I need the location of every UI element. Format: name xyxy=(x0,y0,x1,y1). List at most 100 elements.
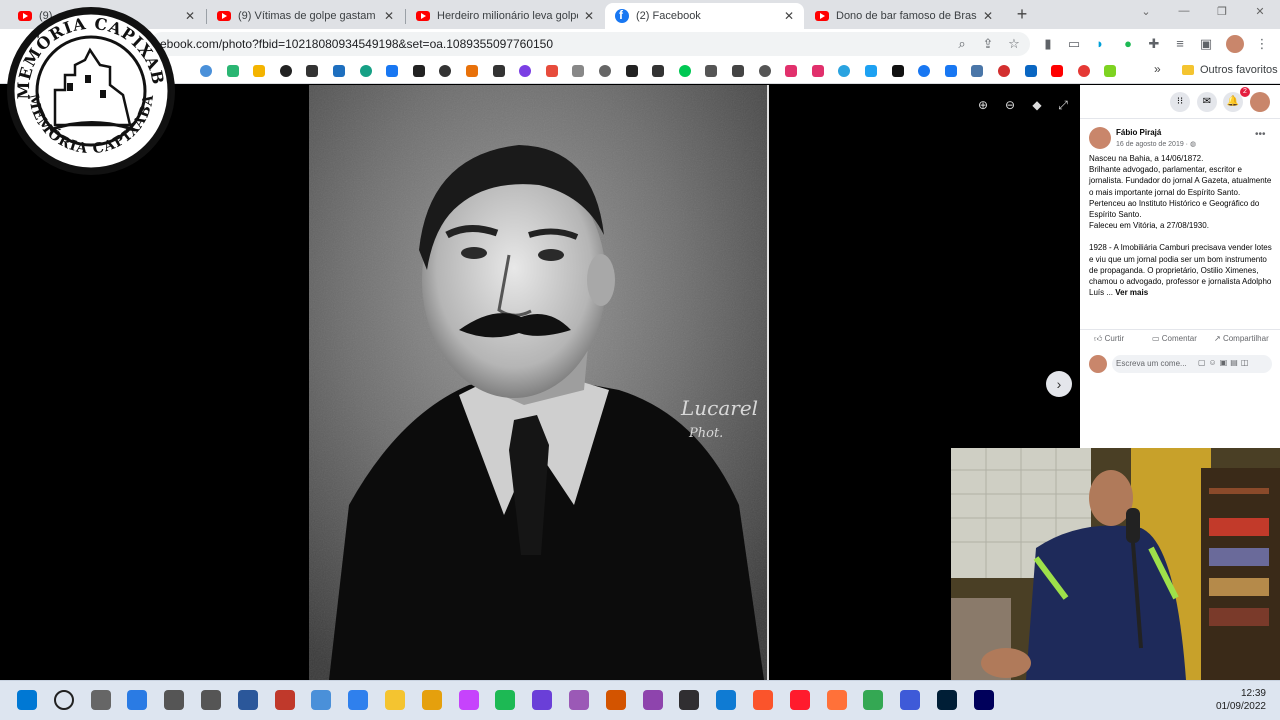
obs-icon[interactable] xyxy=(679,690,700,710)
affinity-icon[interactable] xyxy=(569,690,589,710)
share-button[interactable]: ↗ Compartilhar xyxy=(1214,334,1269,343)
author-avatar[interactable] xyxy=(1089,127,1111,149)
tab-youtube-4[interactable]: Dono de bar famoso de Brasília e ✕ xyxy=(805,3,1003,29)
window-close-icon[interactable]: ✕ xyxy=(1250,5,1270,18)
like-button[interactable]: 👍︎ Curtir xyxy=(1094,334,1124,344)
more-options-icon[interactable]: ••• xyxy=(1255,129,1266,140)
bookmark-icon[interactable] xyxy=(200,65,212,77)
close-icon[interactable]: ✕ xyxy=(782,9,796,23)
extension-icon[interactable]: ▭ xyxy=(1066,36,1082,52)
bookmark-icon[interactable] xyxy=(439,65,452,77)
extension-icon[interactable]: ▮ xyxy=(1040,36,1056,52)
spotify-icon[interactable] xyxy=(495,690,516,710)
comment-input[interactable]: Escreva um come... ▢☺▣▤◫ xyxy=(1112,355,1272,373)
post-date[interactable]: 16 de agosto de 2019 · ◍ xyxy=(1116,140,1196,148)
share-icon[interactable]: ⇪ xyxy=(980,36,996,52)
star-icon[interactable]: ☆ xyxy=(1006,36,1022,52)
brave-icon[interactable] xyxy=(753,690,773,710)
bookmark-icon[interactable] xyxy=(652,65,665,77)
minimize-icon[interactable]: — xyxy=(1174,5,1194,17)
bookmark-icon[interactable] xyxy=(545,65,558,77)
bookmark-icon[interactable] xyxy=(572,65,585,77)
account-avatar[interactable] xyxy=(1250,92,1270,112)
search-icon[interactable] xyxy=(53,690,74,710)
photos-icon[interactable] xyxy=(311,690,332,710)
system-clock[interactable]: 12:39 01/09/2022 xyxy=(1216,687,1266,713)
comment-button[interactable]: ▭ Comentar xyxy=(1152,334,1197,343)
bookmark-icon[interactable] xyxy=(678,65,691,77)
zoom-icon[interactable]: ⌕ xyxy=(954,36,970,52)
close-icon[interactable]: ✕ xyxy=(981,9,995,23)
firefox-icon[interactable] xyxy=(826,690,847,710)
bookmark-icon[interactable] xyxy=(359,65,372,77)
bookmark-icon[interactable] xyxy=(333,65,345,77)
see-more-link[interactable]: Ver mais xyxy=(1115,288,1148,297)
new-tab-button[interactable]: + xyxy=(1012,4,1032,24)
zoom-out-icon[interactable]: ⊖ xyxy=(1002,97,1018,113)
tab-youtube-3[interactable]: Herdeiro milionário leva golpe d ✕ xyxy=(406,3,604,29)
bookmark-icon[interactable] xyxy=(599,65,611,77)
restore-icon[interactable]: ❐ xyxy=(1212,5,1232,18)
bookmark-icon[interactable] xyxy=(386,65,399,77)
close-icon[interactable]: ✕ xyxy=(183,9,197,23)
close-icon[interactable]: ✕ xyxy=(382,9,396,23)
tab-youtube-2[interactable]: (9) Vítimas de golpe gastam até ✕ xyxy=(207,3,404,29)
bookmark-icon[interactable] xyxy=(971,65,984,77)
bookmark-icon[interactable] xyxy=(944,65,957,77)
audition-icon[interactable] xyxy=(973,690,994,710)
profile-avatar[interactable] xyxy=(1226,35,1244,53)
fullscreen-icon[interactable]: ⤢ xyxy=(1055,97,1071,113)
bookmark-icon[interactable] xyxy=(466,65,478,77)
puzzle-icon[interactable]: ✚ xyxy=(1146,36,1162,52)
bookmarks-more-icon[interactable]: » xyxy=(1154,62,1161,76)
windows-start-icon[interactable] xyxy=(17,690,37,710)
bookmark-icon[interactable] xyxy=(492,65,505,77)
bookmark-icon[interactable] xyxy=(253,65,266,77)
extension-icon[interactable]: ● xyxy=(1120,36,1136,52)
bookmark-icon[interactable] xyxy=(1104,65,1117,77)
tag-icon[interactable]: ◆ xyxy=(1029,97,1045,113)
media-player-icon[interactable] xyxy=(532,690,553,710)
chrome-icon[interactable] xyxy=(863,690,884,710)
itunes-icon[interactable] xyxy=(458,690,479,710)
messenger-icon[interactable]: ✉ xyxy=(1197,92,1217,112)
zoom-in-icon[interactable]: ⊕ xyxy=(975,97,991,113)
next-photo-button[interactable]: › xyxy=(1046,371,1072,397)
bookmark-icon[interactable] xyxy=(998,65,1010,77)
control-panel-icon[interactable] xyxy=(348,690,369,710)
media-icon[interactable]: ≡ xyxy=(1172,36,1188,52)
edge-icon[interactable] xyxy=(716,690,737,710)
opera-icon[interactable] xyxy=(789,690,810,710)
bookmark-icon[interactable] xyxy=(519,65,532,77)
bookmark-icon[interactable] xyxy=(625,65,638,77)
file-explorer-icon[interactable] xyxy=(385,690,405,710)
close-icon[interactable]: ✕ xyxy=(582,9,596,23)
tab-facebook-active[interactable]: (2) Facebook ✕ xyxy=(605,3,804,29)
game-icon[interactable] xyxy=(605,690,626,710)
camera-icon[interactable] xyxy=(201,690,221,710)
bookmark-folder-label[interactable]: Outros favoritos xyxy=(1200,64,1278,76)
bookmark-icon[interactable] xyxy=(785,65,798,77)
author-name[interactable]: Fábio Pirajá xyxy=(1116,128,1161,137)
bookmark-icon[interactable] xyxy=(811,65,824,77)
bookmark-icon[interactable] xyxy=(1077,65,1090,77)
address-bar[interactable]: ebook.com/photo?fbid=10218080934549198&s… xyxy=(150,32,1030,56)
bookmark-icon[interactable] xyxy=(1024,65,1037,77)
calculator-icon[interactable] xyxy=(164,690,185,710)
bookmark-icon[interactable] xyxy=(918,65,931,77)
bookmark-icon[interactable] xyxy=(838,65,851,77)
bookmark-icon[interactable] xyxy=(306,65,319,77)
word-icon[interactable] xyxy=(237,690,258,710)
comment-tools-icons[interactable]: ▢☺▣▤◫ xyxy=(1198,358,1251,367)
menu-icon[interactable]: ⋮ xyxy=(1254,36,1270,52)
bookmark-icon[interactable] xyxy=(865,65,877,77)
notepad-icon[interactable] xyxy=(127,690,148,710)
bookmark-icon[interactable] xyxy=(279,65,292,77)
folder-icon[interactable] xyxy=(1182,65,1194,75)
bookmark-icon[interactable] xyxy=(758,65,771,77)
bookmark-icon[interactable] xyxy=(226,65,239,77)
bookmark-icon[interactable] xyxy=(412,65,425,77)
apps-grid-icon[interactable]: ⁝⁝ xyxy=(1170,92,1190,112)
extension-icon[interactable]: ◗ xyxy=(1092,36,1108,52)
game-2-icon[interactable] xyxy=(642,690,663,710)
